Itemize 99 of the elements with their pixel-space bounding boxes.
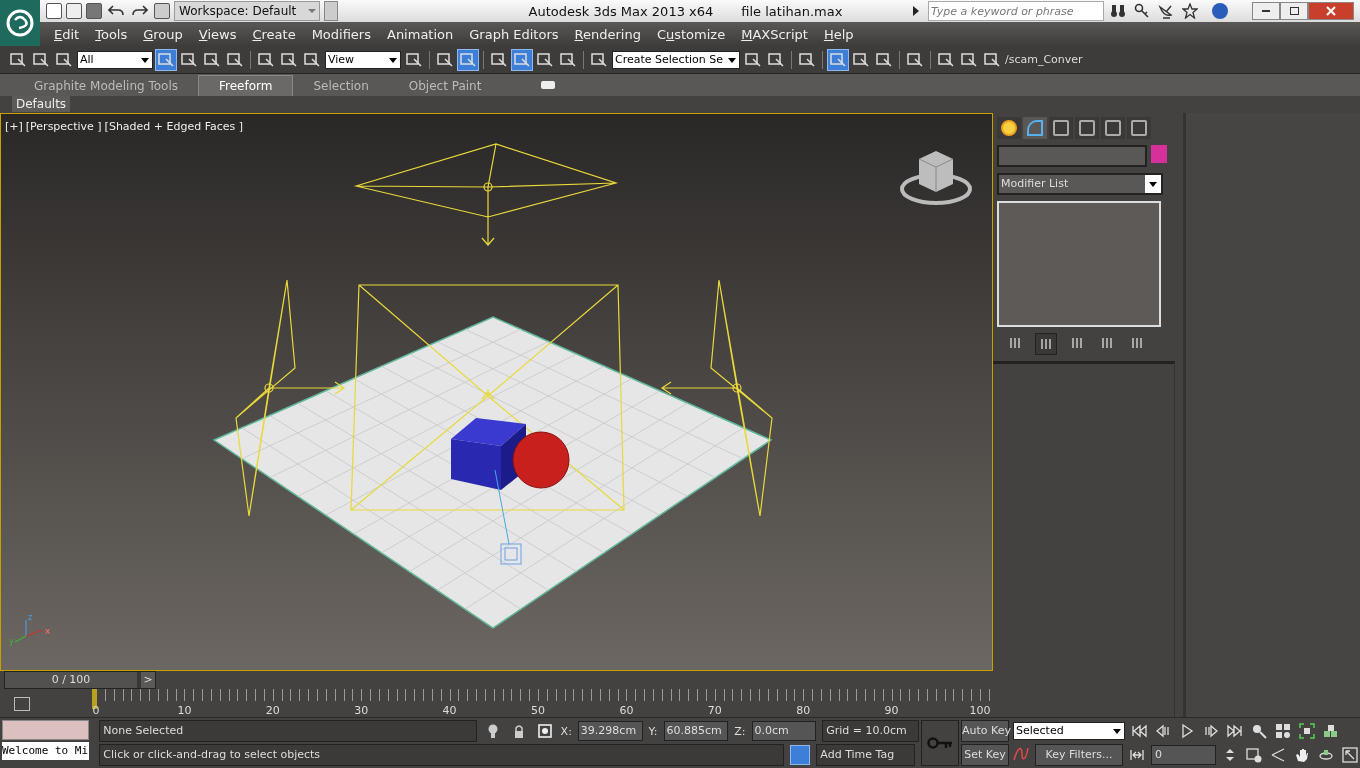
ribbon-menu-icon[interactable]	[541, 80, 556, 89]
go-to-start-icon[interactable]	[1131, 723, 1147, 739]
app-logo-icon[interactable]	[0, 0, 40, 46]
next-frame-icon[interactable]	[1203, 723, 1219, 739]
play-icon[interactable]	[1179, 723, 1195, 739]
menu-item[interactable]: Create	[252, 26, 296, 42]
menu-item[interactable]: Help	[823, 26, 854, 42]
y-coordinate-field[interactable]: 60.885cm	[663, 721, 729, 741]
menu-item[interactable]: Group	[143, 26, 183, 42]
key-icon[interactable]	[1134, 3, 1150, 19]
camera-target-icon	[500, 543, 522, 565]
ribbon-tab[interactable]: Graphite Modeling Tools	[14, 75, 198, 96]
next-frame-button[interactable]: >	[141, 672, 155, 688]
file-name: file latihan.max	[741, 3, 843, 19]
time-config-icon[interactable]	[1246, 747, 1262, 763]
viewcube-icon[interactable]	[900, 151, 972, 205]
ribbon-tab[interactable]: Selection	[293, 75, 389, 96]
axis-label: z	[28, 613, 33, 622]
perspective-viewport[interactable]: [+] [Perspective ] [Shaded + Edged Faces ] z y x	[0, 113, 993, 671]
transform-mode-icon[interactable]	[536, 723, 553, 739]
set-key-button[interactable]: Set Key	[961, 744, 1009, 766]
coordinate-label: X:	[560, 724, 572, 738]
modifier-list-dropdown[interactable]: Modifier List	[997, 173, 1163, 195]
close-icon[interactable]	[1326, 6, 1336, 16]
menu-item[interactable]: MAXScript	[741, 26, 808, 42]
time-slider-track[interactable]: 0 / 100 >	[4, 671, 156, 689]
close-button[interactable]	[1308, 2, 1354, 20]
dropdown[interactable]: Create Selection Se	[612, 50, 740, 69]
menu-item[interactable]: Graph Editors	[469, 26, 559, 42]
ribbon-tab[interactable]: Object Paint	[388, 75, 502, 96]
previous-frame-icon[interactable]	[1155, 723, 1171, 739]
field-of-view-icon[interactable]	[1270, 747, 1286, 763]
axis-label: x	[45, 626, 51, 636]
frame-number: 80	[796, 704, 811, 717]
coordinate-label: Z:	[734, 724, 746, 738]
frame-number: 30	[354, 704, 369, 717]
workspace-dropdown[interactable]: Workspace: Default	[174, 1, 320, 21]
dropdown[interactable]: All	[77, 50, 153, 69]
axis-tripod-icon	[14, 619, 44, 643]
time-slider-handle[interactable]: 0 / 100	[5, 672, 137, 688]
script-listener-input[interactable]: Welcome to Mi	[2, 742, 90, 760]
script-button[interactable]: /scam_Conver	[1005, 53, 1083, 67]
viewport-label[interactable]: [+]	[5, 120, 23, 133]
frame-number: 70	[707, 704, 722, 717]
key-mode-toggle-icon[interactable]	[1129, 747, 1145, 763]
frame-number: 60	[619, 704, 634, 717]
search-field[interactable]: Type a keyword or phrase	[928, 1, 1104, 21]
menu-item[interactable]: Customize	[656, 26, 726, 42]
go-to-end-icon[interactable]	[1227, 723, 1243, 739]
menu-item[interactable]: Rendering	[574, 26, 641, 42]
menu-item[interactable]: Animation	[387, 26, 454, 42]
axis-label: y	[9, 637, 14, 646]
satellite-dish-icon[interactable]	[1158, 3, 1174, 19]
selection-status-field: None Selected	[99, 720, 477, 742]
menu-item[interactable]: Tools	[95, 26, 128, 42]
modifier-stack-list[interactable]	[997, 201, 1161, 327]
dropdown[interactable]: View	[325, 50, 401, 69]
zoom-extents-all-icon[interactable]	[1323, 723, 1339, 739]
frame-number: 40	[442, 704, 457, 717]
new-file-icon[interactable]	[46, 3, 62, 19]
binoculars-icon[interactable]	[1110, 3, 1126, 19]
frame-number: 10	[177, 704, 192, 717]
minimize-button[interactable]	[1252, 2, 1280, 20]
menu-item[interactable]: Modifiers	[311, 26, 371, 42]
orbit-icon[interactable]	[1318, 747, 1334, 763]
star-icon[interactable]	[1182, 3, 1198, 19]
current-frame-field[interactable]: 0	[1151, 745, 1216, 765]
pan-hand-icon[interactable]	[1294, 747, 1310, 763]
viewport-label[interactable]: [Shaded + Edged Faces ]	[104, 120, 244, 133]
grid-size-field: Grid = 10.0cm	[822, 720, 920, 742]
object-color-swatch[interactable]	[1151, 145, 1167, 163]
maximize-viewport-icon[interactable]	[1342, 747, 1358, 763]
zoom-icon[interactable]	[1251, 723, 1267, 739]
sun-icon[interactable]	[997, 117, 1021, 139]
coordinate-label: Y:	[648, 724, 658, 738]
ribbon-panel-button[interactable]: Defaults	[12, 96, 71, 113]
zoom-extents-icon[interactable]	[1299, 723, 1315, 739]
window-title: Autodesk 3ds Max 2013 x64	[528, 3, 714, 19]
bars-icon[interactable]	[1035, 333, 1057, 355]
ribbon-tab[interactable]: Freeform	[198, 74, 294, 96]
help-icon[interactable]	[1212, 3, 1228, 19]
sphere-object	[512, 431, 570, 489]
frame-number: 50	[531, 704, 545, 717]
frame-number: 100	[969, 704, 991, 717]
menu-item[interactable]: Views	[198, 26, 237, 42]
object-name-field[interactable]	[997, 145, 1147, 167]
viewport-label[interactable]: [Perspective ]	[25, 120, 102, 133]
z-coordinate-field[interactable]: 0.0cm	[751, 721, 817, 741]
x-coordinate-field[interactable]: 39.298cm	[577, 721, 643, 741]
key-filters-button[interactable]: Key Filters...	[1035, 744, 1123, 766]
menu-item[interactable]: Edit	[54, 26, 80, 42]
zoom-all-icon[interactable]	[1275, 723, 1291, 739]
restore-button[interactable]	[1280, 2, 1308, 20]
auto-key-button[interactable]: Auto Key	[961, 720, 1009, 742]
frame-number: 20	[265, 704, 280, 717]
key-mode-dropdown[interactable]: Selected	[1013, 722, 1125, 740]
time-tag-icon[interactable]	[790, 745, 811, 765]
add-time-tag-field[interactable]: Add Time Tag	[816, 744, 916, 766]
frame-number: 90	[884, 704, 899, 717]
